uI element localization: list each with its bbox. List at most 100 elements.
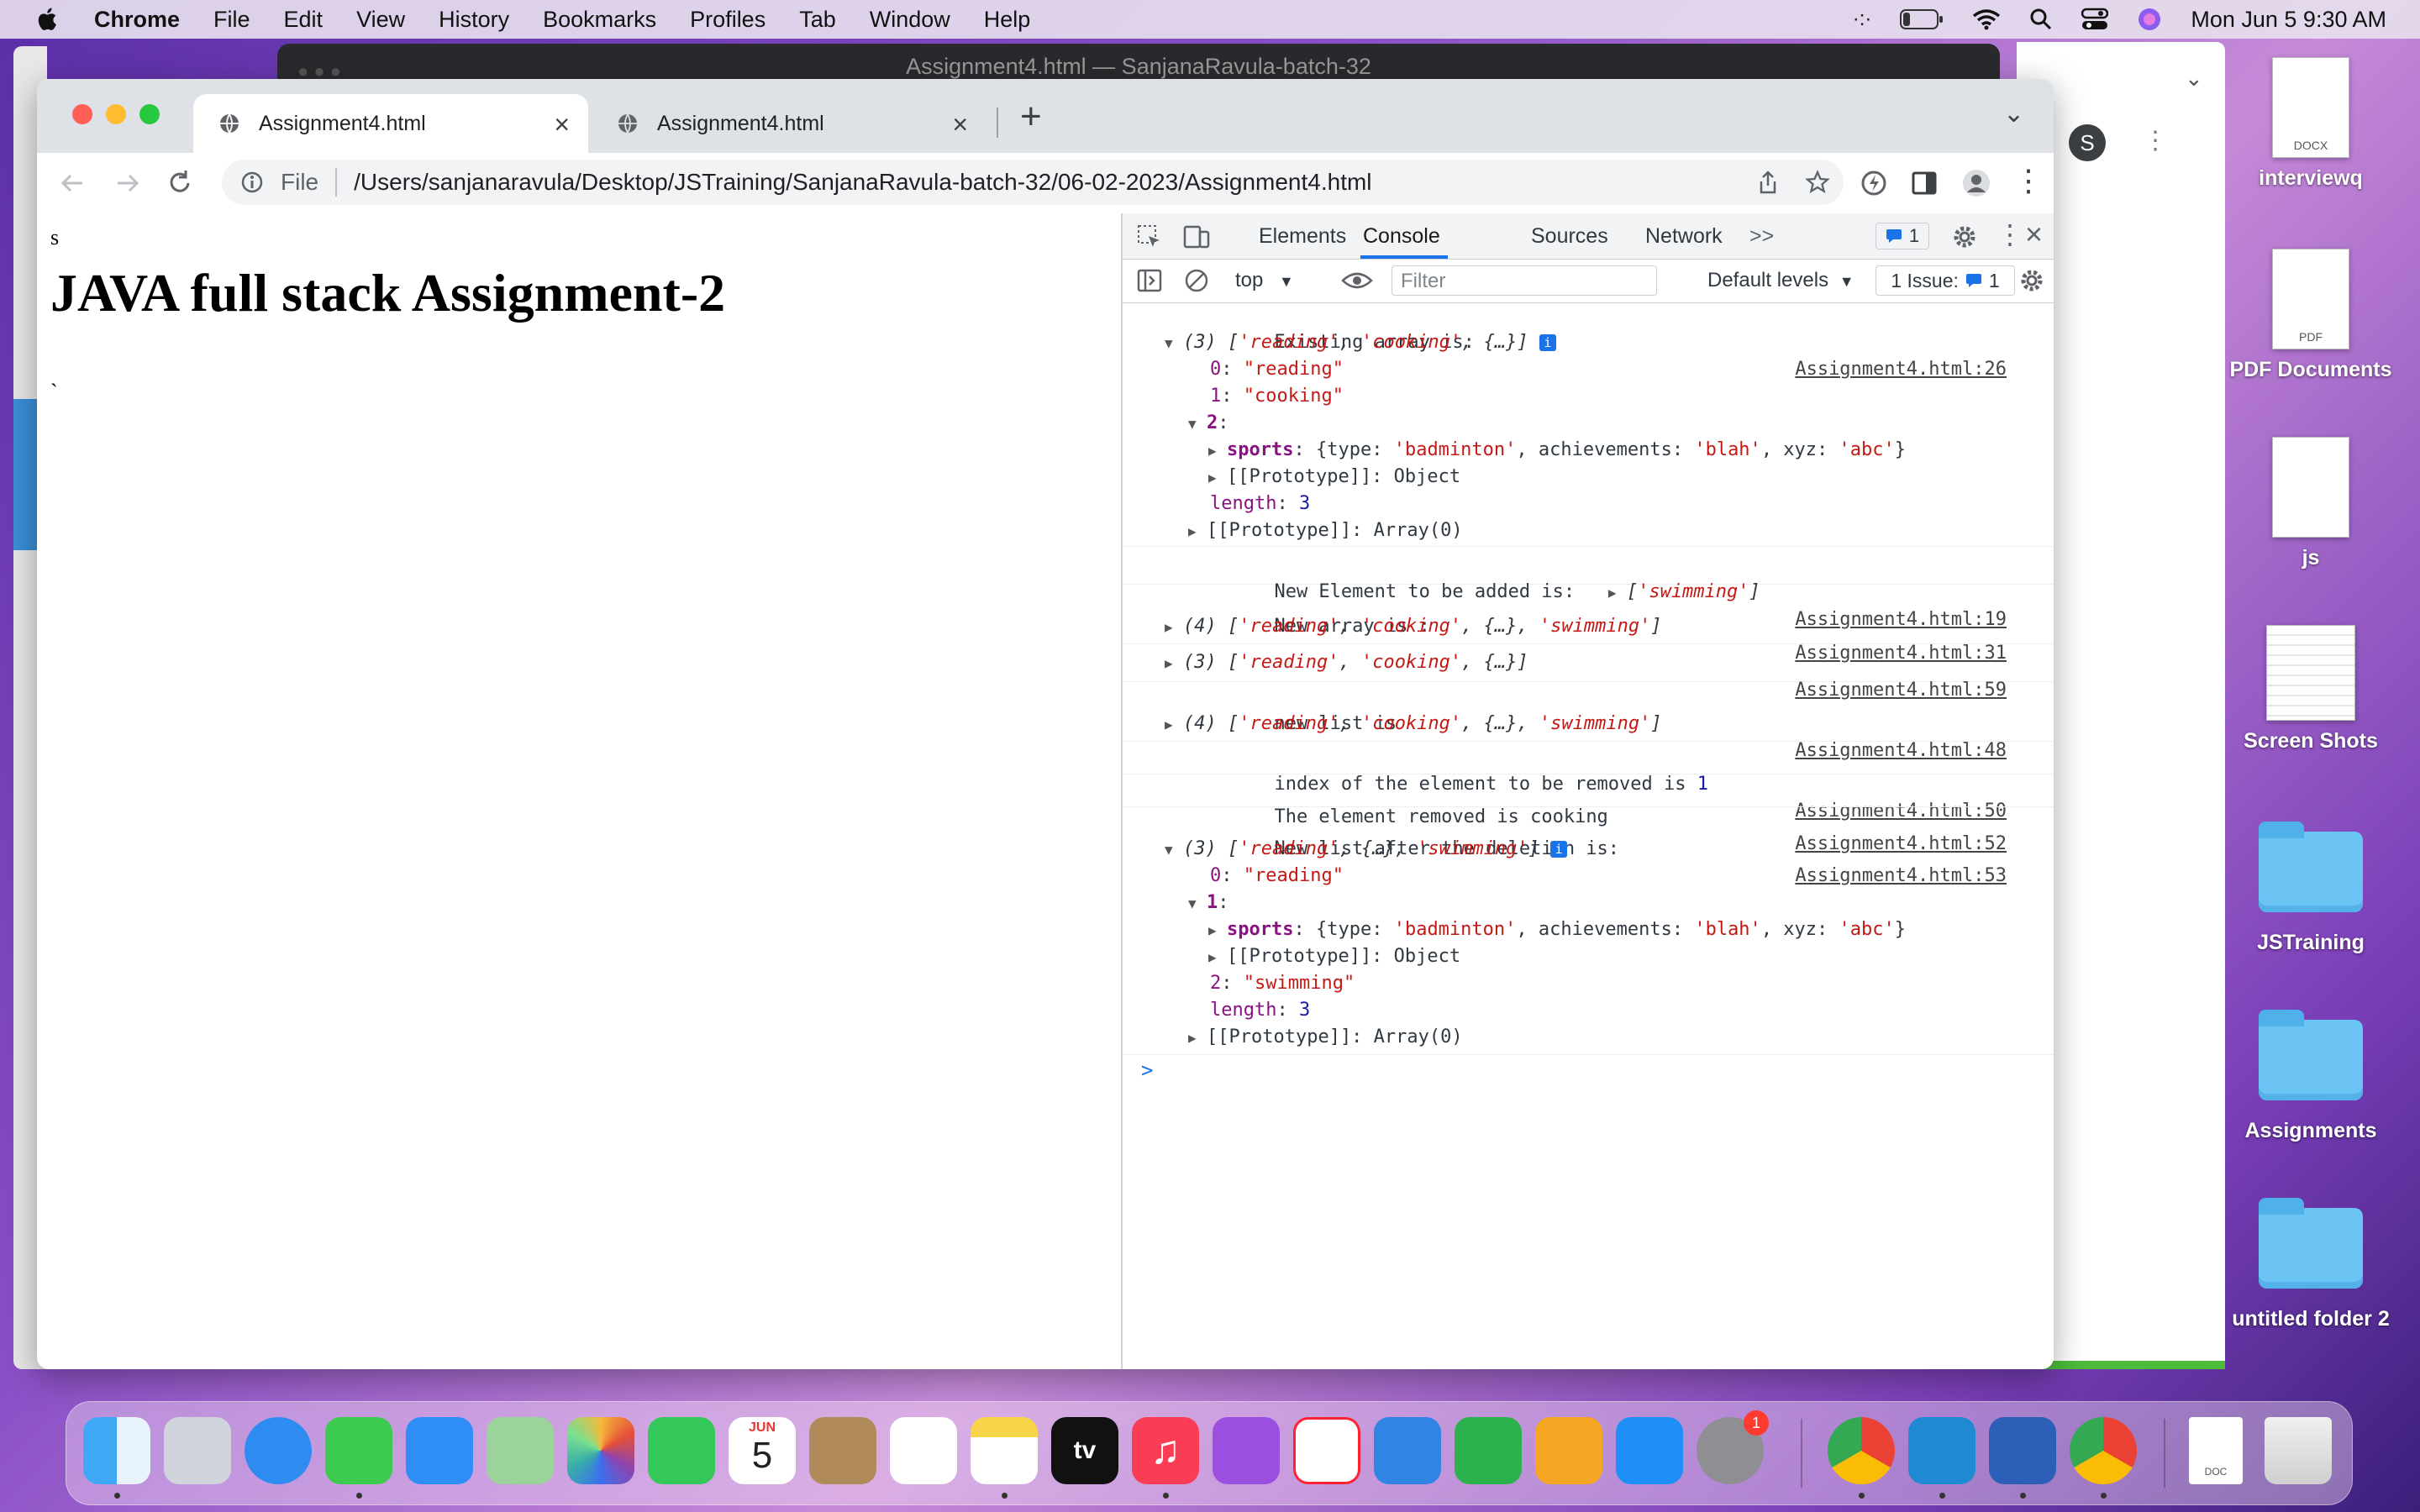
close-tab-icon[interactable]: ×: [554, 109, 570, 140]
extensions-icon[interactable]: [1859, 168, 1889, 198]
close-devtools-icon[interactable]: ×: [2025, 217, 2043, 252]
url-text[interactable]: /Users/sanjanaravula/Desktop/JSTraining/…: [354, 169, 1371, 196]
trash-icon[interactable]: [2265, 1417, 2332, 1484]
messages-icon[interactable]: [325, 1417, 392, 1484]
clear-console-icon[interactable]: [1183, 267, 1210, 294]
address-bar[interactable]: File /Users/sanjanaravula/Desktop/JSTrai…: [222, 160, 1844, 205]
collapse-triangle-icon[interactable]: ▼: [1165, 837, 1183, 864]
apple-icon[interactable]: [34, 5, 62, 34]
side-panel-icon[interactable]: [1909, 168, 1939, 198]
tab-elements[interactable]: Elements: [1259, 224, 1346, 249]
close-tab-icon[interactable]: ×: [952, 109, 968, 140]
expand-triangle-icon[interactable]: ▶: [1165, 650, 1183, 677]
close-window-button[interactable]: [72, 104, 92, 124]
expand-triangle-icon[interactable]: ▶: [1208, 438, 1227, 465]
prototype-entry[interactable]: ▶ [[Prototype]]: Object: [1123, 943, 2054, 970]
issues-button[interactable]: 1 Issue: 1: [1876, 265, 2015, 296]
tab-sources[interactable]: Sources: [1531, 224, 1608, 249]
array-preview[interactable]: ▼ (3) ['reading', {…}, 'swimming'] i: [1123, 836, 2054, 863]
dictation-icon[interactable]: ·:·: [1853, 8, 1872, 31]
array-preview[interactable]: ▶ (3) ['reading', 'cooking', {…}] Assignm…: [1123, 644, 2054, 701]
tab-assignment4-active[interactable]: Assignment4.html ×: [193, 94, 588, 153]
desktop-icon-interviewq[interactable]: DOCX interviewq: [2227, 57, 2395, 191]
control-center-icon[interactable]: [2081, 8, 2109, 31]
word-icon[interactable]: [1989, 1417, 2056, 1484]
expand-triangle-icon[interactable]: ▶: [1188, 518, 1207, 545]
expand-triangle-icon[interactable]: ▶: [1165, 614, 1183, 641]
menu-clock[interactable]: Mon Jun 5 9:30 AM: [2191, 7, 2386, 33]
podcasts-icon[interactable]: [1213, 1417, 1280, 1484]
tab-console[interactable]: Console: [1363, 224, 1440, 249]
menu-bookmarks[interactable]: Bookmarks: [543, 7, 656, 33]
tab-search-chevron-icon[interactable]: ⌄: [2003, 99, 2024, 129]
chevron-down-icon[interactable]: ⌄: [2185, 66, 2203, 92]
launchpad-icon[interactable]: [164, 1417, 231, 1484]
mail-icon[interactable]: [406, 1417, 473, 1484]
menu-tab[interactable]: Tab: [799, 7, 836, 33]
spotlight-search-icon[interactable]: [2029, 8, 2053, 31]
vscode-icon[interactable]: [1908, 1417, 1975, 1484]
chrome-menu-icon[interactable]: ⋮: [2013, 163, 2044, 198]
safari-icon[interactable]: [245, 1417, 312, 1484]
profile-icon[interactable]: [1961, 168, 1991, 198]
expand-triangle-icon[interactable]: ▶: [1188, 1025, 1207, 1052]
menu-kebab-icon[interactable]: ⋮: [2143, 126, 2168, 155]
app-store-icon[interactable]: [1616, 1417, 1683, 1484]
devtools-menu-icon[interactable]: ⋮: [1996, 218, 2023, 250]
array-preview[interactable]: ▶ (4) ['reading', 'cooking', {…}, 'swimmi…: [1123, 711, 2054, 738]
console-settings-gear-icon[interactable]: [2018, 267, 2045, 294]
reminders-icon[interactable]: [890, 1417, 957, 1484]
menu-window[interactable]: Window: [870, 7, 950, 33]
numbers-icon[interactable]: [1455, 1417, 1522, 1484]
desktop-icon-js[interactable]: js: [2227, 437, 2395, 570]
messages-badge[interactable]: 1: [1876, 223, 1929, 249]
keynote-icon[interactable]: [1374, 1417, 1441, 1484]
facetime-icon[interactable]: [648, 1417, 715, 1484]
reload-icon[interactable]: [165, 168, 195, 198]
notes-icon[interactable]: [971, 1417, 1038, 1484]
console-sidebar-icon[interactable]: [1136, 267, 1163, 294]
pages-icon[interactable]: [1535, 1417, 1602, 1484]
tab-assignment4[interactable]: Assignment4.html ×: [592, 94, 986, 153]
bookmark-star-icon[interactable]: [1805, 170, 1830, 195]
menu-app-name[interactable]: Chrome: [94, 7, 180, 33]
chrome-icon[interactable]: [1828, 1417, 1895, 1484]
prototype-entry[interactable]: ▶ [[Prototype]]: Object: [1123, 464, 2054, 491]
profile-avatar[interactable]: S: [2069, 124, 2106, 161]
expand-triangle-icon[interactable]: ▶: [1208, 944, 1227, 971]
expand-triangle-icon[interactable]: ▶: [1208, 465, 1227, 491]
new-tab-button[interactable]: +: [1020, 96, 1042, 138]
collapse-triangle-icon[interactable]: ▼: [1188, 890, 1207, 917]
object-entry[interactable]: ▶ sports: {type: 'badminton', achievement…: [1123, 437, 2054, 464]
menu-view[interactable]: View: [356, 7, 405, 33]
menu-edit[interactable]: Edit: [284, 7, 324, 33]
tab-network[interactable]: Network: [1645, 224, 1723, 249]
chrome-alt-icon[interactable]: [2070, 1417, 2137, 1484]
expand-triangle-icon[interactable]: ▶: [1165, 711, 1183, 738]
music-icon[interactable]: ♫: [1132, 1417, 1199, 1484]
console-prompt[interactable]: >: [1123, 1055, 2054, 1089]
inspect-element-icon[interactable]: [1136, 223, 1163, 250]
back-arrow-icon[interactable]: [57, 168, 87, 198]
prototype-entry[interactable]: ▶ [[Prototype]]: Array(0): [1123, 517, 2054, 544]
console-filter-input[interactable]: Filter: [1392, 265, 1657, 296]
photos-icon[interactable]: [567, 1417, 634, 1484]
minimize-window-button[interactable]: [106, 104, 126, 124]
forward-arrow-icon[interactable]: [113, 168, 143, 198]
array-entry[interactable]: ▼ 2:: [1123, 410, 2054, 437]
zoom-window-button[interactable]: [139, 104, 160, 124]
contacts-icon[interactable]: [809, 1417, 876, 1484]
menu-history[interactable]: History: [439, 7, 509, 33]
expand-triangle-icon[interactable]: ▶: [1208, 917, 1227, 944]
object-entry[interactable]: ▶ sports: {type: 'badminton', achievement…: [1123, 916, 2054, 943]
info-badge-icon[interactable]: i: [1550, 841, 1568, 858]
battery-icon[interactable]: [1900, 8, 1944, 30]
system-settings-icon[interactable]: 1: [1697, 1410, 1769, 1484]
wifi-icon[interactable]: [1972, 8, 2001, 30]
finder-icon[interactable]: [83, 1417, 150, 1484]
apple-tv-icon[interactable]: tv: [1051, 1417, 1118, 1484]
device-toolbar-icon[interactable]: [1183, 223, 1212, 250]
devtools-settings-gear-icon[interactable]: [1951, 223, 1978, 250]
desktop-icon-untitled-folder-2[interactable]: untitled folder 2: [2227, 1198, 2395, 1331]
array-preview[interactable]: ▼ (3) ['reading', 'cooking', {…}] i: [1123, 329, 2054, 356]
